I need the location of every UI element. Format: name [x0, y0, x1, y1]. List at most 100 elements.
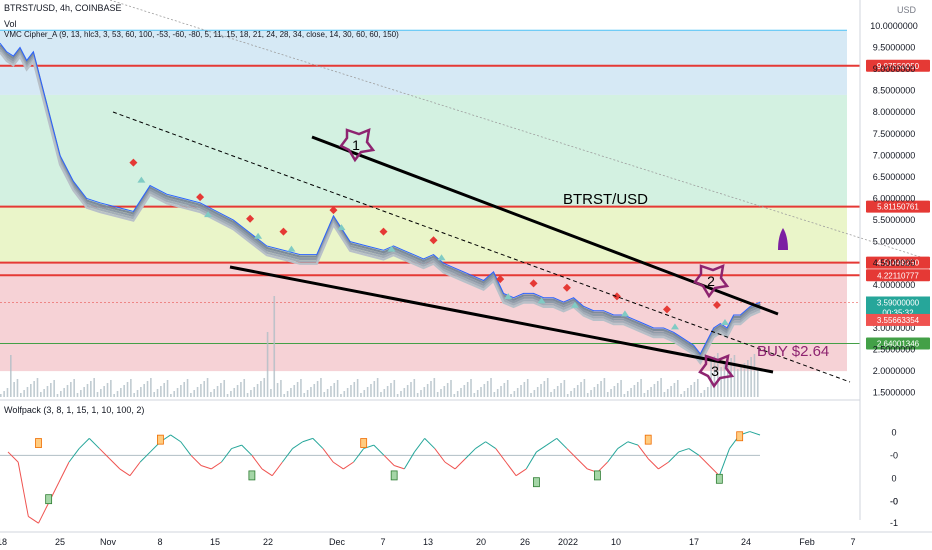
volume-bar: [583, 379, 586, 397]
volume-bar: [173, 391, 176, 397]
volume-bar: [150, 378, 152, 397]
volume-bar: [170, 394, 172, 397]
volume-bar: [513, 391, 516, 397]
volume-bar: [190, 393, 192, 397]
wolfpack-tick-label: -0: [890, 450, 898, 460]
wolfpack-segment: [88, 438, 100, 449]
volume-bar: [16, 379, 19, 397]
volume-bar: [106, 383, 109, 397]
time-tick-label: 26: [520, 537, 530, 547]
wolfpack-segment: [637, 444, 649, 460]
volume-bar: [480, 387, 482, 397]
wolfpack-low-marker: [390, 470, 398, 481]
volume-bar: [10, 355, 12, 397]
volume-bar: [143, 384, 145, 397]
prev-price-label: 3.55663354: [877, 316, 920, 325]
volume-bar: [290, 388, 292, 397]
volume-bar: [496, 389, 499, 397]
volume-bar: [456, 391, 459, 397]
wolfpack-segment: [302, 437, 314, 443]
volume-bar: [183, 382, 186, 397]
volume-bar: [753, 354, 756, 397]
time-tick-label: 24: [741, 537, 751, 547]
volume-bar: [623, 394, 626, 397]
price-tick-label: 9.5000000: [873, 42, 916, 52]
volume-bar: [660, 378, 662, 397]
volume-bar: [96, 392, 99, 397]
volume-bar: [460, 388, 462, 397]
volume-bar: [90, 381, 92, 397]
price-tick-label: 4.0000000: [873, 280, 916, 290]
price-axis[interactable]: 9.075500505.811507614.514482504.22110777…: [859, 0, 930, 520]
volume-bar: [200, 384, 202, 397]
wolfpack-segment: [627, 441, 639, 446]
volume-bar: [196, 387, 199, 397]
volume-bar: [520, 385, 522, 397]
volume-bar: [253, 387, 256, 397]
volume-bar: [423, 387, 426, 397]
price-tick-label: 7.5000000: [873, 129, 916, 139]
wolfpack-segment: [414, 438, 426, 453]
volume-bar: [323, 392, 326, 397]
wolfpack-segment: [312, 438, 324, 449]
volume-bar: [133, 393, 135, 397]
volume-bar: [750, 357, 752, 397]
volume-bar: [270, 389, 272, 397]
wolfpack-segment: [394, 465, 405, 470]
volume-bar: [373, 381, 376, 397]
volume-bar: [693, 382, 696, 397]
price-band-3: [0, 263, 847, 372]
volume-bar: [643, 393, 646, 397]
volume-bar: [163, 383, 166, 397]
time-axis[interactable]: 18 25 Nov 8 15 22 Dec 7 13 20 26 2022 10 17 24 Feb 7: [0, 531, 932, 547]
volume-bar: [690, 385, 692, 397]
volume-bar: [63, 388, 65, 397]
wolfpack-segment: [647, 458, 659, 470]
volume-bar: [176, 388, 179, 397]
wolfpack-segment: [170, 434, 182, 443]
volume-bar: [490, 378, 492, 397]
price-tick-label: 4.5000000: [873, 258, 916, 268]
volume-bar: [740, 366, 742, 397]
volume-bar: [273, 296, 276, 397]
price-tick-label: 10.0000000: [870, 21, 918, 31]
volume-bar: [633, 385, 636, 397]
wolfpack-segment: [261, 468, 273, 477]
volume-bar: [550, 392, 552, 397]
volume-bar: [333, 383, 336, 397]
wolfpack-segment: [546, 437, 558, 446]
volume-bar: [500, 386, 502, 397]
volume-bar: [223, 380, 226, 397]
wolfpack-tick-label: 0: [891, 427, 896, 437]
volume-bar: [86, 384, 89, 397]
price-tick-label: 9.0000000: [873, 64, 916, 74]
volume-bar: [73, 379, 75, 397]
volume-bar: [36, 378, 39, 397]
volume-bar: [313, 384, 316, 397]
wolfpack-segment: [515, 468, 527, 477]
volume-bar: [276, 383, 279, 397]
chart-canvas[interactable]: 123BTRST/USDBUY $2.64 9.075500505.811507…: [0, 0, 932, 550]
wolfpack-low-marker: [533, 477, 540, 488]
price-tick-label: 7.0000000: [873, 150, 916, 160]
volume-bar: [346, 388, 349, 397]
price-band-0: [0, 30, 847, 95]
volume-bar: [103, 386, 105, 397]
time-tick-label: 10: [611, 537, 621, 547]
volume-bar: [503, 383, 506, 397]
volume-bar: [160, 386, 162, 397]
wolfpack-segment: [38, 502, 50, 524]
marker-1-label: 1: [352, 137, 360, 153]
volume-bar: [603, 378, 606, 397]
volume-bar: [0, 394, 2, 397]
volume-bar: [436, 392, 439, 397]
volume-bar: [543, 381, 546, 397]
volume-bar: [383, 389, 386, 397]
wolfpack-segment: [190, 454, 202, 466]
wolfpack-segment: [536, 444, 547, 453]
wolfpack-segment: [668, 451, 680, 463]
volume-bar: [320, 378, 322, 397]
volume-bar: [563, 380, 566, 397]
volume-bar: [440, 389, 442, 397]
volume-bar: [203, 381, 206, 397]
